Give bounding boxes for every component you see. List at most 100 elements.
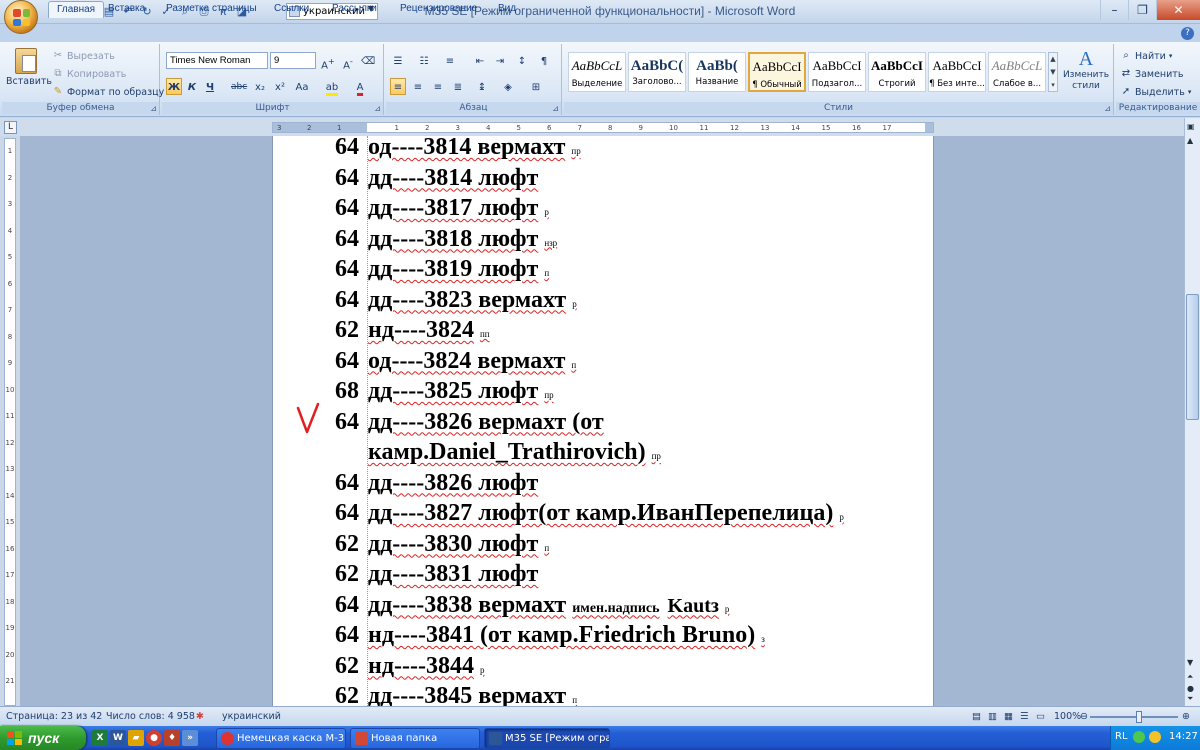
vertical-ruler[interactable]: 1 2 3 4 5 6 7 8 9 10 11 12 13 14 15 16 17 18 19 20 21 — [4, 138, 16, 706]
bold-button[interactable]: Ж — [166, 78, 182, 95]
font-name-field[interactable]: Times New Roman — [166, 52, 268, 69]
close-button[interactable]: ✕ — [1156, 0, 1200, 20]
browse-object-icon[interactable]: ● — [1187, 684, 1194, 693]
tab-insert[interactable]: Вставка — [100, 1, 153, 18]
task-button-word[interactable]: M35 SE [Режим огра... — [484, 728, 610, 749]
highlight-icon[interactable]: ab — [324, 78, 340, 96]
align-left-icon[interactable]: ≡ — [390, 78, 406, 95]
tab-view[interactable]: Вид — [490, 1, 524, 18]
folder-icon[interactable]: ▰ — [128, 730, 144, 746]
italic-button[interactable]: К — [184, 78, 200, 95]
dialog-launcher-icon[interactable]: ⊿ — [552, 103, 559, 115]
styles-scroll[interactable]: ▲ ▼ ▾ — [1048, 52, 1058, 92]
justify-icon[interactable]: ≣ — [450, 78, 466, 95]
office-button[interactable] — [4, 0, 38, 34]
zoom-slider-thumb[interactable] — [1136, 711, 1142, 723]
task-button-folder[interactable]: Новая папка — [350, 728, 480, 749]
shrink-font-icon[interactable]: A- — [340, 52, 356, 71]
increase-indent-icon[interactable]: ⇥ — [492, 52, 508, 69]
style-normal[interactable]: AaBbCcI ¶ Обычный — [748, 52, 806, 92]
tab-selector[interactable]: L — [4, 121, 17, 134]
status-language[interactable]: украинский — [222, 711, 281, 722]
word-count[interactable]: Число слов: 4 958 — [106, 711, 195, 722]
horizontal-ruler[interactable]: 3 2 1 1 2 3 4 5 6 7 8 9 10 11 12 13 14 15 16 17 — [272, 122, 934, 133]
tab-home[interactable]: Главная — [48, 1, 105, 18]
style-strong[interactable]: AaBbCcI Строгий — [868, 52, 926, 92]
change-styles-button[interactable]: A Изменить стили — [1062, 48, 1110, 92]
grow-font-icon[interactable]: A+ — [320, 52, 336, 71]
style-no-spacing[interactable]: AaBbCcI ¶ Без инте... — [928, 52, 986, 92]
numbering-icon[interactable]: ☷ — [416, 52, 432, 69]
proofing-icon[interactable]: ✱ — [196, 711, 204, 722]
bullets-icon[interactable]: ☰ — [390, 52, 406, 69]
decrease-indent-icon[interactable]: ⇤ — [472, 52, 488, 69]
style-subtitle[interactable]: AaBbCcI Подзагол... — [808, 52, 866, 92]
view-outline-icon[interactable]: ☰ — [1020, 711, 1029, 722]
dialog-launcher-icon[interactable]: ⊿ — [150, 103, 157, 115]
copy-button[interactable]: ⧉ Копировать — [52, 68, 126, 80]
zoom-level[interactable]: 100% — [1054, 711, 1081, 722]
document-page[interactable]: 64 од----3814 вермахт пр 64 дд----3814 люфт 6… — [272, 136, 934, 706]
select-button[interactable]: ➚ Выделить ▾ — [1120, 86, 1192, 98]
tray-language[interactable]: RL — [1115, 731, 1128, 742]
tab-references[interactable]: Ссылки — [266, 1, 317, 18]
underline-button[interactable]: Ч — [202, 78, 218, 95]
next-page-icon[interactable]: ⏷ — [1187, 694, 1193, 704]
dialog-launcher-icon[interactable]: ⊿ — [1104, 103, 1111, 115]
strikethrough-button[interactable]: abc — [230, 78, 248, 95]
media-icon[interactable]: ♦ — [164, 730, 180, 746]
zoom-in-icon[interactable]: ⊕ — [1182, 711, 1190, 722]
format-painter-button[interactable]: ✎ Формат по образцу — [52, 86, 164, 98]
show-marks-icon[interactable]: ¶ — [536, 52, 552, 69]
maximize-button[interactable]: ❐ — [1128, 0, 1156, 20]
scroll-down-icon[interactable]: ▼ — [1187, 658, 1193, 667]
help-icon[interactable]: ? — [1181, 27, 1194, 40]
scroll-up-icon[interactable]: ▲ — [1187, 136, 1193, 145]
align-center-icon[interactable]: ≡ — [410, 78, 426, 95]
change-case-button[interactable]: Aa — [294, 78, 310, 95]
paste-button[interactable]: Вставить — [6, 46, 52, 100]
shading-icon[interactable]: ◈ — [500, 78, 516, 95]
borders-icon[interactable]: ⊞ — [528, 78, 544, 95]
view-draft-icon[interactable]: ▭ — [1036, 711, 1045, 722]
tab-mailings[interactable]: Рассылки — [324, 1, 385, 18]
style-heading[interactable]: AaBbC(Заголово... — [628, 52, 686, 92]
network-icon[interactable] — [1133, 731, 1145, 743]
style-subtle[interactable]: AaBbCcL Слабое в... — [988, 52, 1046, 92]
tray-app-icon[interactable] — [1149, 731, 1161, 743]
font-size-field[interactable]: 9 — [270, 52, 316, 69]
subscript-button[interactable]: x₂ — [252, 78, 268, 95]
page-indicator[interactable]: Страница: 23 из 42 — [6, 711, 102, 722]
style-title[interactable]: AaBb(Название — [688, 52, 746, 92]
line-spacing-icon[interactable]: ↨ — [474, 78, 490, 95]
font-color-icon[interactable]: A — [352, 78, 368, 96]
clear-format-icon[interactable]: ⌫ — [360, 52, 376, 69]
minimize-button[interactable]: – — [1100, 0, 1128, 20]
start-button[interactable]: пуск — [0, 726, 86, 750]
align-right-icon[interactable]: ≡ — [430, 78, 446, 95]
tab-review[interactable]: Рецензирование — [392, 1, 485, 18]
tab-page-layout[interactable]: Разметка страницы — [158, 1, 265, 18]
superscript-button[interactable]: x² — [272, 78, 288, 95]
multilevel-list-icon[interactable]: ≡ — [442, 52, 458, 69]
ruler-toggle-icon[interactable]: ▣ — [1187, 122, 1195, 131]
zoom-out-icon[interactable]: ⊖ — [1080, 711, 1088, 722]
task-button-browser[interactable]: Немецкая каска М-3... — [216, 728, 346, 749]
sort-icon[interactable]: ↕ — [514, 52, 530, 69]
cut-button[interactable]: ✂ Вырезать — [52, 50, 115, 62]
excel-icon[interactable]: X — [92, 730, 108, 746]
zoom-slider[interactable] — [1090, 716, 1178, 718]
dialog-launcher-icon[interactable]: ⊿ — [374, 103, 381, 115]
view-full-screen-icon[interactable]: ▥ — [988, 711, 997, 722]
quick-launch-icon[interactable]: » — [182, 730, 198, 746]
view-print-layout-icon[interactable]: ▤ — [972, 711, 981, 722]
style-emphasis[interactable]: AaBbCcL Выделение — [568, 52, 626, 92]
vertical-scrollbar[interactable]: ▣ ▲ ▼ ⏶ ● ⏷ — [1184, 118, 1200, 706]
browser-icon[interactable]: ● — [146, 730, 162, 746]
replace-button[interactable]: ⇄ Заменить — [1120, 68, 1184, 80]
scroll-thumb[interactable] — [1186, 294, 1199, 420]
view-web-icon[interactable]: ▦ — [1004, 711, 1013, 722]
find-button[interactable]: ⌕ Найти ▾ — [1120, 50, 1172, 62]
previous-page-icon[interactable]: ⏶ — [1187, 672, 1193, 682]
word-icon[interactable]: W — [110, 730, 126, 746]
